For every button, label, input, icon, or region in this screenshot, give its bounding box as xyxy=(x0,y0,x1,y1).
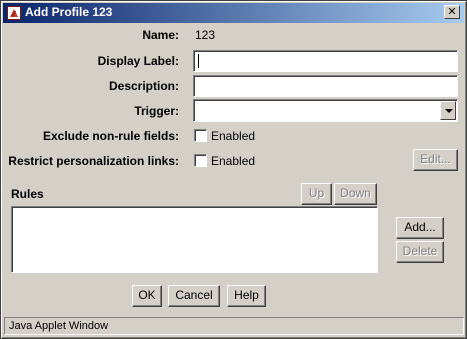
exclude-label: Exclude non-rule fields: xyxy=(42,129,179,143)
exclude-checkbox-label[interactable]: Enabled xyxy=(211,129,255,143)
restrict-label: Restrict personalization links: xyxy=(8,154,179,168)
cancel-button[interactable]: Cancel xyxy=(168,285,220,307)
delete-rule-button[interactable]: Delete xyxy=(396,241,444,263)
rules-list[interactable] xyxy=(11,206,378,273)
exclude-checkbox[interactable] xyxy=(194,129,207,142)
java-applet-icon xyxy=(7,6,21,20)
window-title: Add Profile 123 xyxy=(25,5,113,19)
text-caret xyxy=(198,54,199,68)
ok-button[interactable]: OK xyxy=(132,285,162,307)
up-button[interactable]: Up xyxy=(301,183,332,205)
trigger-select[interactable] xyxy=(193,99,458,122)
down-button[interactable]: Down xyxy=(334,183,377,205)
close-button[interactable]: ✕ xyxy=(444,5,460,19)
chevron-down-icon xyxy=(445,109,453,113)
restrict-checkbox-label[interactable]: Enabled xyxy=(211,154,255,168)
close-icon: ✕ xyxy=(447,5,457,18)
display-label-label: Display Label: xyxy=(97,54,179,68)
restrict-checkbox[interactable] xyxy=(194,154,207,167)
add-rule-button[interactable]: Add... xyxy=(396,217,444,239)
edit-button[interactable]: Edit... xyxy=(413,149,458,171)
name-label: Name: xyxy=(142,28,179,42)
display-label-input[interactable] xyxy=(193,50,458,72)
description-label: Description: xyxy=(108,79,179,93)
status-text: Java Applet Window xyxy=(9,320,109,332)
title-bar[interactable]: Add Profile 123 ✕ xyxy=(3,3,464,23)
trigger-label: Trigger: xyxy=(134,104,179,118)
description-input[interactable] xyxy=(193,75,458,97)
name-value: 123 xyxy=(195,28,216,42)
help-button[interactable]: Help xyxy=(227,285,266,307)
dialog-window: Add Profile 123 ✕ Name: 123 Display Labe… xyxy=(0,0,467,339)
rules-label: Rules xyxy=(11,187,44,201)
status-bar: Java Applet Window xyxy=(4,317,464,335)
trigger-dropdown-button[interactable] xyxy=(440,101,456,120)
